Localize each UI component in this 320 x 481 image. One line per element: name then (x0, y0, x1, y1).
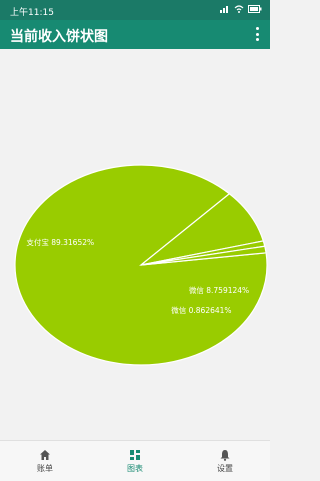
wifi-icon (234, 5, 244, 13)
overflow-menu-icon[interactable] (256, 27, 260, 41)
pie-chart: 支付宝 89.31652% 微信 8.759124% 微信 0.862641% (14, 164, 268, 366)
chart-icon (130, 449, 140, 460)
battery-icon (248, 5, 262, 13)
status-time: 上午11:15 (10, 8, 54, 18)
home-icon (40, 449, 50, 460)
bottom-navigation: 账单 图表 设置 (0, 440, 270, 481)
page-title: 当前收入饼状图 (10, 29, 108, 45)
app-bar: 当前收入饼状图 (0, 20, 270, 49)
nav-item-chart[interactable]: 图表 (90, 441, 180, 481)
pie-label-2: 微信 0.862641% (171, 305, 231, 315)
status-bar: 上午11:15 (0, 0, 270, 20)
signal-icon (220, 6, 228, 13)
bell-icon (220, 449, 230, 461)
nav-label-bill: 账单 (37, 463, 53, 473)
nav-label-chart: 图表 (127, 463, 143, 473)
nav-item-settings[interactable]: 设置 (180, 441, 270, 481)
status-icons (220, 5, 262, 13)
nav-item-bill[interactable]: 账单 (0, 441, 90, 481)
pie-label-0: 支付宝 89.31652% (26, 237, 94, 247)
chart-area: 支付宝 89.31652% 微信 8.759124% 微信 0.862641% (0, 49, 270, 440)
pie-label-1: 微信 8.759124% (189, 285, 249, 295)
nav-label-settings: 设置 (217, 463, 233, 473)
